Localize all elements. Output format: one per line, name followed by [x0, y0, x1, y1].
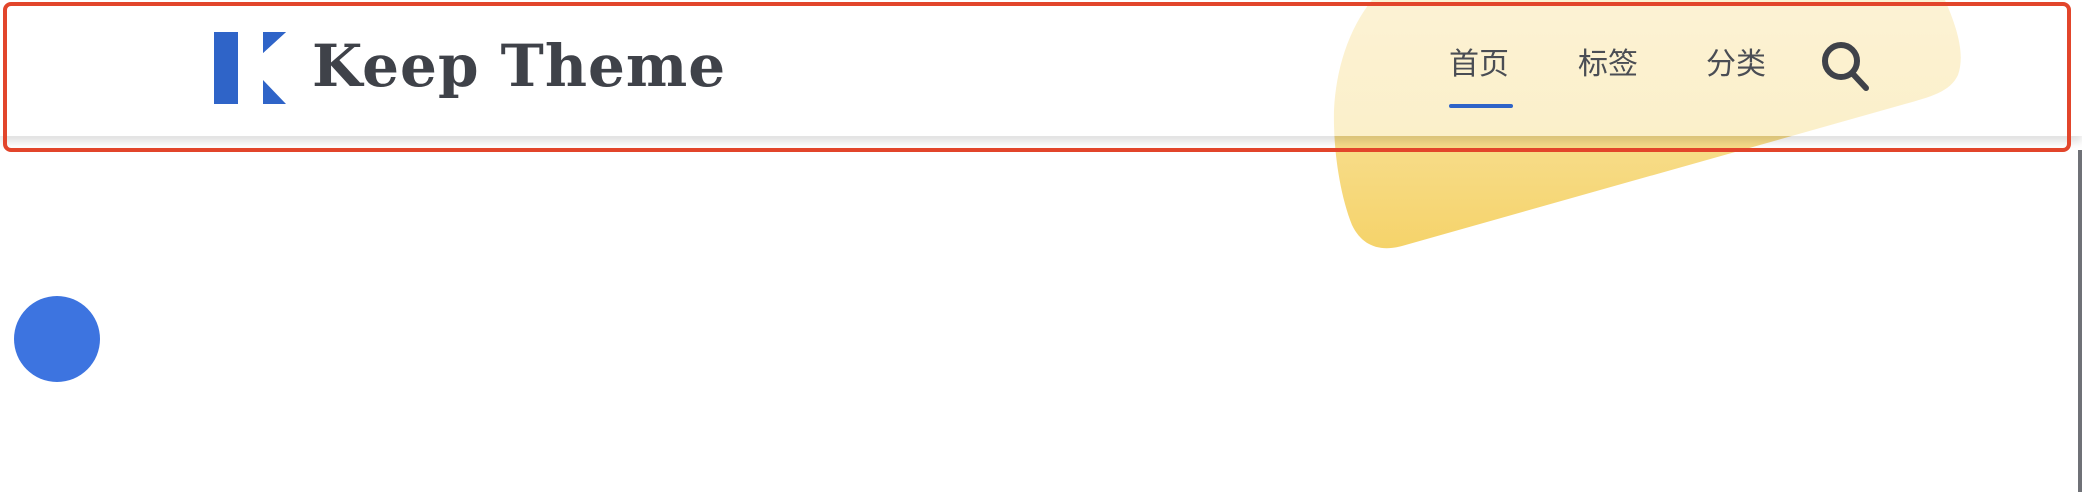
scrollbar[interactable] — [2078, 150, 2082, 492]
site-logo-icon[interactable] — [214, 32, 286, 104]
floating-circle-button[interactable] — [14, 296, 100, 382]
nav-item-categories[interactable]: 分类 — [1706, 40, 1766, 90]
page: Keep Theme 首页 标签 分类 — [0, 0, 2082, 492]
search-icon[interactable] — [1820, 40, 1872, 94]
nav-active-indicator — [1449, 104, 1513, 108]
nav-item-home[interactable]: 首页 — [1449, 40, 1509, 90]
nav-item-tags[interactable]: 标签 — [1578, 40, 1638, 90]
site-title[interactable]: Keep Theme — [312, 28, 726, 104]
